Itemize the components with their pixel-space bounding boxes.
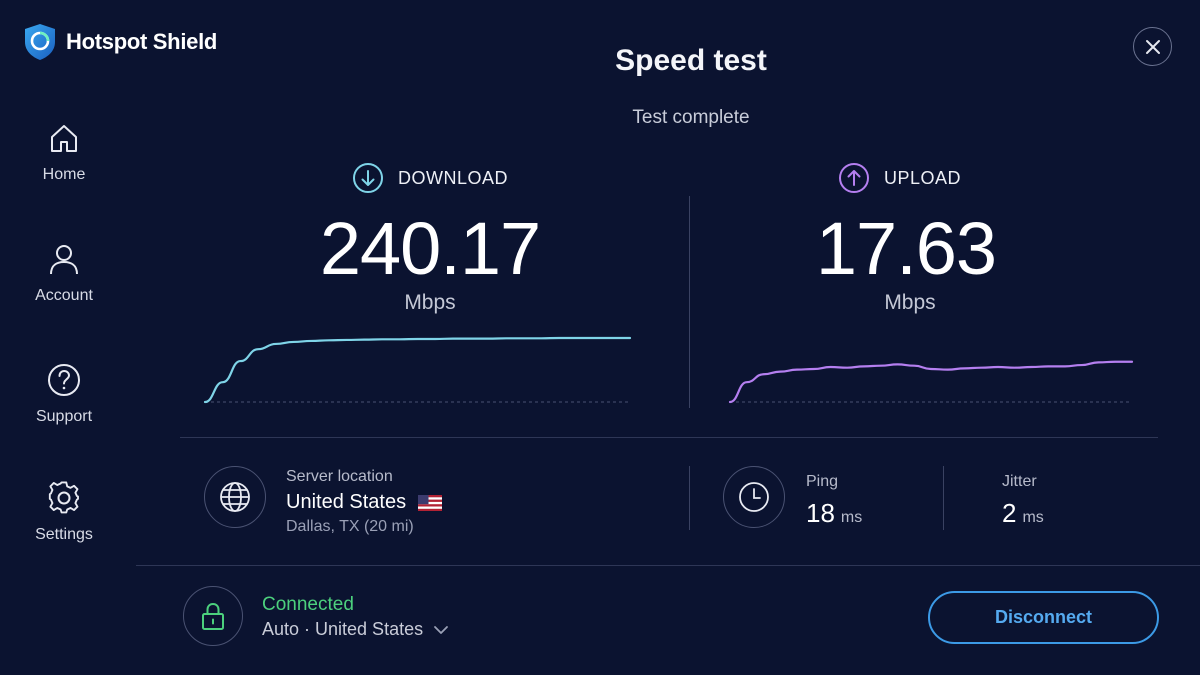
sidebar-item-label: Home xyxy=(42,166,86,183)
download-value: 240.17 xyxy=(319,207,541,290)
server-city: Dallas, TX (20 mi) xyxy=(286,518,414,535)
section-divider xyxy=(180,437,1158,438)
ping-unit: ms xyxy=(840,509,863,526)
jitter-value: 2 xyxy=(1002,498,1017,528)
disconnect-button[interactable]: Disconnect xyxy=(928,591,1159,644)
us-flag-icon xyxy=(418,494,443,511)
download-header: DOWNLOAD xyxy=(352,162,508,194)
lock-icon-wrap xyxy=(183,586,243,646)
metrics-divider xyxy=(689,196,690,408)
footer-divider xyxy=(136,565,1200,566)
chevron-down-icon xyxy=(434,625,448,634)
upload-label: UPLOAD xyxy=(884,167,962,188)
arrow-up-circle-icon xyxy=(839,163,869,193)
sidebar-item-support[interactable]: Support xyxy=(0,362,128,426)
download-unit: Mbps xyxy=(404,291,456,314)
jitter-unit: ms xyxy=(1022,509,1044,526)
shield-logo-icon xyxy=(25,24,55,60)
user-icon xyxy=(46,241,82,277)
test-status: Test complete xyxy=(632,107,750,128)
upload-value: 17.63 xyxy=(815,207,997,290)
server-location-label: Server location xyxy=(286,468,393,485)
sidebar-item-label: Settings xyxy=(35,526,93,543)
arrow-down-circle-icon xyxy=(353,163,383,193)
sidebar-item-label: Support xyxy=(35,408,93,425)
ping-stat: 18 ms xyxy=(806,498,862,529)
clock-icon-wrap xyxy=(723,466,785,528)
brand-name: Hotspot Shield xyxy=(66,29,218,54)
stat-divider xyxy=(943,466,944,530)
ping-label: Ping xyxy=(806,473,839,490)
sidebar-item-account[interactable]: Account xyxy=(0,241,128,305)
location-selector[interactable]: Auto · United States xyxy=(262,619,449,640)
server-country: United States xyxy=(286,491,443,514)
location-text: Auto · United States xyxy=(262,619,424,639)
globe-icon-wrap xyxy=(204,466,266,528)
close-button[interactable] xyxy=(1133,27,1172,66)
close-icon xyxy=(1145,39,1160,54)
download-speed-line xyxy=(203,336,632,404)
ping-value: 18 xyxy=(806,498,835,528)
upload-header: UPLOAD xyxy=(838,162,961,194)
info-divider xyxy=(689,466,690,530)
connection-status: Connected xyxy=(262,594,354,615)
server-country-text: United States xyxy=(286,491,407,513)
clock-icon xyxy=(739,482,769,512)
home-icon xyxy=(46,120,82,156)
help-icon xyxy=(46,362,82,398)
page-title: Speed test xyxy=(615,44,767,77)
sidebar-item-home[interactable]: Home xyxy=(0,120,128,184)
sidebar-item-label: Account xyxy=(35,287,93,304)
app-logo: Hotspot Shield xyxy=(22,22,217,62)
lock-icon xyxy=(202,603,224,630)
download-label: DOWNLOAD xyxy=(398,167,509,188)
upload-speed-line xyxy=(728,360,1134,404)
jitter-label: Jitter xyxy=(1002,473,1037,490)
upload-unit: Mbps xyxy=(884,291,936,314)
upload-graph xyxy=(728,360,1134,404)
globe-icon xyxy=(220,482,250,512)
download-graph xyxy=(203,336,632,404)
jitter-stat: 2 ms xyxy=(1002,498,1044,529)
gear-icon xyxy=(46,480,82,516)
sidebar-item-settings[interactable]: Settings xyxy=(0,480,128,544)
